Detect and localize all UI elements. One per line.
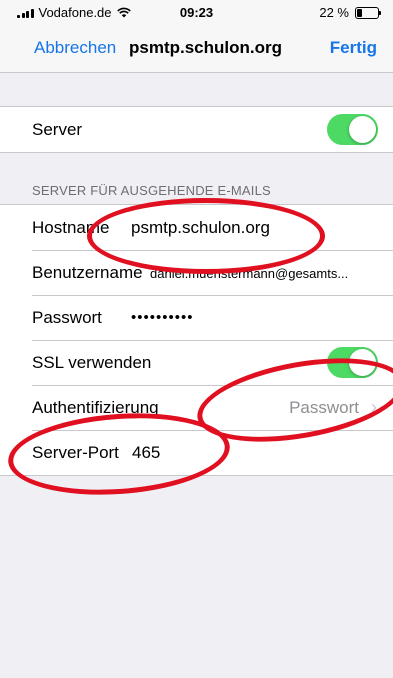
server-group: Server: [0, 106, 393, 153]
server-label: Server: [32, 120, 83, 139]
ssl-toggle[interactable]: [327, 347, 378, 378]
toggle-knob: [349, 349, 376, 376]
outgoing-server-group: Hostname psmtp.schulon.org Benutzername …: [0, 204, 393, 476]
server-port-row[interactable]: Server-Port 465: [0, 430, 393, 475]
navigation-bar: Abbrechen psmtp.schulon.org Fertig: [0, 22, 393, 73]
password-label: Passwort: [32, 308, 102, 327]
username-field[interactable]: daniel.muenstermann@gesamts...: [150, 266, 348, 281]
username-row[interactable]: Benutzername daniel.muenstermann@gesamts…: [0, 250, 393, 295]
status-bar-right: 22 %: [319, 5, 381, 20]
status-bar: Vodafone.de 09:23 22 %: [0, 0, 393, 22]
done-button[interactable]: Fertig: [330, 38, 377, 58]
authentication-label: Authentifizierung: [32, 398, 159, 417]
authentication-row[interactable]: Authentifizierung Passwort ›: [0, 385, 393, 430]
hostname-label: Hostname: [32, 218, 110, 237]
server-port-label: Server-Port: [32, 443, 119, 462]
ssl-row: SSL verwenden: [0, 340, 393, 385]
server-port-field[interactable]: 465: [132, 443, 160, 463]
battery-percent: 22 %: [319, 5, 349, 20]
outgoing-section-header: SERVER FÜR AUSGEHENDE E-MAILS: [32, 183, 271, 198]
server-toggle[interactable]: [327, 114, 378, 145]
hostname-row[interactable]: Hostname psmtp.schulon.org: [0, 205, 393, 250]
page-title: psmtp.schulon.org: [129, 38, 282, 57]
server-row: Server: [0, 107, 393, 152]
authentication-value: Passwort: [289, 398, 359, 417]
password-row[interactable]: Passwort ••••••••••: [0, 295, 393, 340]
toggle-knob: [349, 116, 376, 143]
hostname-field[interactable]: psmtp.schulon.org: [131, 218, 270, 238]
chevron-right-icon: ›: [371, 397, 377, 417]
battery-icon: [355, 6, 381, 19]
ssl-label: SSL verwenden: [32, 353, 152, 372]
username-label: Benutzername: [32, 263, 143, 282]
cancel-button[interactable]: Abbrechen: [34, 38, 116, 58]
password-field[interactable]: ••••••••••: [131, 309, 194, 326]
